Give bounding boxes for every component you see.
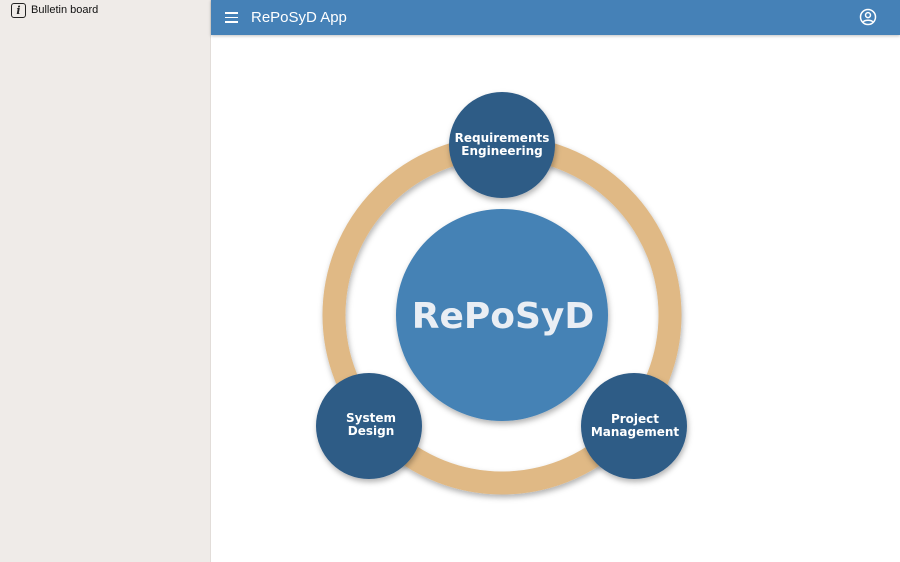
node-label-line2: Management <box>591 425 680 439</box>
node-label-line2: Engineering <box>461 144 542 158</box>
menu-icon[interactable] <box>225 12 238 23</box>
info-icon: i <box>11 3 26 18</box>
center-label: RePoSyD <box>412 296 595 337</box>
node-requirements-engineering: Requirements Engineering <box>449 92 555 198</box>
app-title: RePoSyD App <box>251 9 347 26</box>
node-label-line1: Project <box>611 412 659 426</box>
sidebar-item-bulletin-board[interactable]: i Bulletin board <box>11 3 98 18</box>
sidebar: i Bulletin board <box>0 0 211 562</box>
node-system-design: System Design <box>316 373 422 479</box>
account-circle-icon[interactable] <box>859 8 877 26</box>
node-project-management: Project Management <box>581 373 687 479</box>
sidebar-item-label: Bulletin board <box>31 3 99 16</box>
node-label-line2: Design <box>348 424 395 438</box>
node-label-line1: System <box>346 411 396 425</box>
node-label-line1: Requirements <box>455 131 550 145</box>
app-bar: RePoSyD App <box>211 0 900 35</box>
reposyd-diagram: RePoSyD Requirements Engineering System … <box>316 92 687 495</box>
